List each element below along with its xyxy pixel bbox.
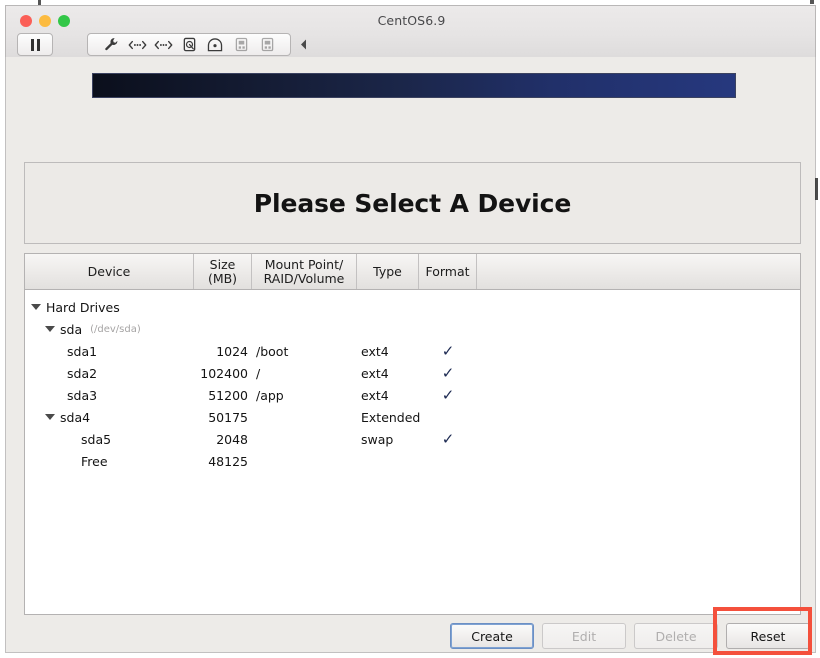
device-name: sda2 bbox=[67, 366, 97, 381]
device-name: sda bbox=[60, 322, 82, 337]
table-row[interactable]: sda3 51200/appext4 ✓ bbox=[25, 384, 800, 406]
printer-icon-1[interactable] bbox=[228, 33, 254, 56]
table-header-row: Device Size (MB) Mount Point/ RAID/Volum… bbox=[25, 254, 800, 290]
create-button[interactable]: Create bbox=[450, 623, 534, 649]
cell-size bbox=[194, 318, 248, 340]
cell-format bbox=[419, 318, 477, 340]
cell-mount-point bbox=[256, 296, 357, 318]
printer-icon-2[interactable] bbox=[254, 33, 280, 56]
cell-format: ✓ bbox=[419, 428, 477, 450]
expander-triangle-icon[interactable] bbox=[31, 304, 41, 310]
cell-mount-point: /app bbox=[256, 384, 357, 406]
device-path: (/dev/sda) bbox=[90, 324, 141, 335]
cell-mount-point bbox=[256, 450, 357, 472]
page-title: Please Select A Device bbox=[254, 189, 571, 218]
cell-device: sda5 bbox=[81, 428, 194, 450]
cell-device: sda3 bbox=[67, 384, 194, 406]
cell-device: sda1 bbox=[67, 340, 194, 362]
partition-action-buttons: Create Edit Delete Reset bbox=[24, 623, 801, 649]
reset-button[interactable]: Reset bbox=[726, 623, 810, 649]
expander-triangle-icon[interactable] bbox=[45, 326, 55, 332]
cell-device: sda (/dev/sda) bbox=[45, 318, 194, 340]
table-row[interactable]: Free 48125 bbox=[25, 450, 800, 472]
cell-mount-point bbox=[256, 428, 357, 450]
cell-size: 51200 bbox=[194, 384, 248, 406]
format-check-icon: ✓ bbox=[442, 432, 455, 447]
column-header-type[interactable]: Type bbox=[357, 254, 419, 289]
harddisk-icon[interactable] bbox=[176, 33, 202, 56]
format-check-icon: ✓ bbox=[442, 344, 455, 359]
cell-device: sda4 bbox=[45, 406, 194, 428]
column-header-filler bbox=[477, 254, 800, 289]
expander-triangle-icon[interactable] bbox=[45, 414, 55, 420]
cell-type: ext4 bbox=[361, 384, 423, 406]
network-icon-2[interactable] bbox=[150, 33, 176, 56]
column-header-device[interactable]: Device bbox=[25, 254, 194, 289]
table-row[interactable]: sda1 1024/bootext4 ✓ bbox=[25, 340, 800, 362]
cell-type: Extended bbox=[361, 406, 423, 428]
cell-device: sda2 bbox=[67, 362, 194, 384]
device-name: sda1 bbox=[67, 344, 97, 359]
cell-format bbox=[419, 296, 477, 318]
window-title: CentOS6.9 bbox=[6, 13, 817, 28]
partition-table: Device Size (MB) Mount Point/ RAID/Volum… bbox=[24, 253, 801, 615]
delete-button: Delete bbox=[634, 623, 718, 649]
pause-button[interactable] bbox=[17, 33, 53, 56]
network-icon-1[interactable] bbox=[124, 33, 150, 56]
device-name: sda5 bbox=[81, 432, 111, 447]
format-check-icon: ✓ bbox=[442, 388, 455, 403]
table-row[interactable]: Hard Drives bbox=[25, 296, 800, 318]
window-edge-marker bbox=[815, 178, 818, 200]
cell-size: 50175 bbox=[194, 406, 248, 428]
cell-size: 102400 bbox=[194, 362, 248, 384]
table-row[interactable]: sda2 102400 /ext4 ✓ bbox=[25, 362, 800, 384]
cell-size: 48125 bbox=[194, 450, 248, 472]
cell-size bbox=[194, 296, 248, 318]
wrench-icon[interactable] bbox=[98, 33, 124, 56]
device-name: sda3 bbox=[67, 388, 97, 403]
column-header-mount-point[interactable]: Mount Point/ RAID/Volume bbox=[252, 254, 357, 289]
cell-type: ext4 bbox=[361, 362, 423, 384]
cell-mount-point bbox=[256, 318, 357, 340]
cell-format: ✓ bbox=[419, 362, 477, 384]
edit-button: Edit bbox=[542, 623, 626, 649]
cell-type bbox=[361, 450, 423, 472]
cell-mount-point: /boot bbox=[256, 340, 357, 362]
cell-mount-point bbox=[256, 406, 357, 428]
cell-type: swap bbox=[361, 428, 423, 450]
host-window-titlebar: CentOS6.9 bbox=[5, 5, 816, 57]
cell-format bbox=[419, 450, 477, 472]
cell-format: ✓ bbox=[419, 384, 477, 406]
cdrom-icon[interactable] bbox=[202, 33, 228, 56]
table-body[interactable]: Hard Drives sda (/dev/sda) sda1 1024/bootext… bbox=[25, 290, 800, 614]
cell-mount-point: / bbox=[256, 362, 357, 384]
cell-type bbox=[361, 318, 423, 340]
window-top-notch-right bbox=[810, 0, 814, 4]
column-header-format[interactable]: Format bbox=[419, 254, 477, 289]
collapse-toolbar-icon[interactable] bbox=[298, 37, 308, 51]
cell-type: ext4 bbox=[361, 340, 423, 362]
heading-panel: Please Select A Device bbox=[24, 162, 801, 244]
table-row[interactable]: sda (/dev/sda) bbox=[25, 318, 800, 340]
cell-device: Free bbox=[81, 450, 194, 472]
table-row[interactable]: sda4 50175 Extended bbox=[25, 406, 800, 428]
vm-device-toolbar-group bbox=[87, 33, 291, 56]
installer-banner bbox=[92, 73, 736, 98]
cell-format: ✓ bbox=[419, 340, 477, 362]
cell-size: 1024 bbox=[194, 340, 248, 362]
column-header-size[interactable]: Size (MB) bbox=[194, 254, 252, 289]
screenshot-root: CentOS6.9 bbox=[0, 0, 820, 658]
cell-format bbox=[419, 406, 477, 428]
format-check-icon: ✓ bbox=[442, 366, 455, 381]
cell-size: 2048 bbox=[194, 428, 248, 450]
centos-installer-screen: Please Select A Device Device Size (MB) … bbox=[5, 57, 816, 653]
device-name: sda4 bbox=[60, 410, 90, 425]
device-name: Hard Drives bbox=[46, 300, 120, 315]
cell-type bbox=[361, 296, 423, 318]
pause-icon bbox=[31, 39, 40, 51]
table-row[interactable]: sda5 2048 swap ✓ bbox=[25, 428, 800, 450]
vm-toolbar bbox=[6, 32, 817, 58]
cell-device: Hard Drives bbox=[31, 296, 194, 318]
device-name: Free bbox=[81, 454, 108, 469]
